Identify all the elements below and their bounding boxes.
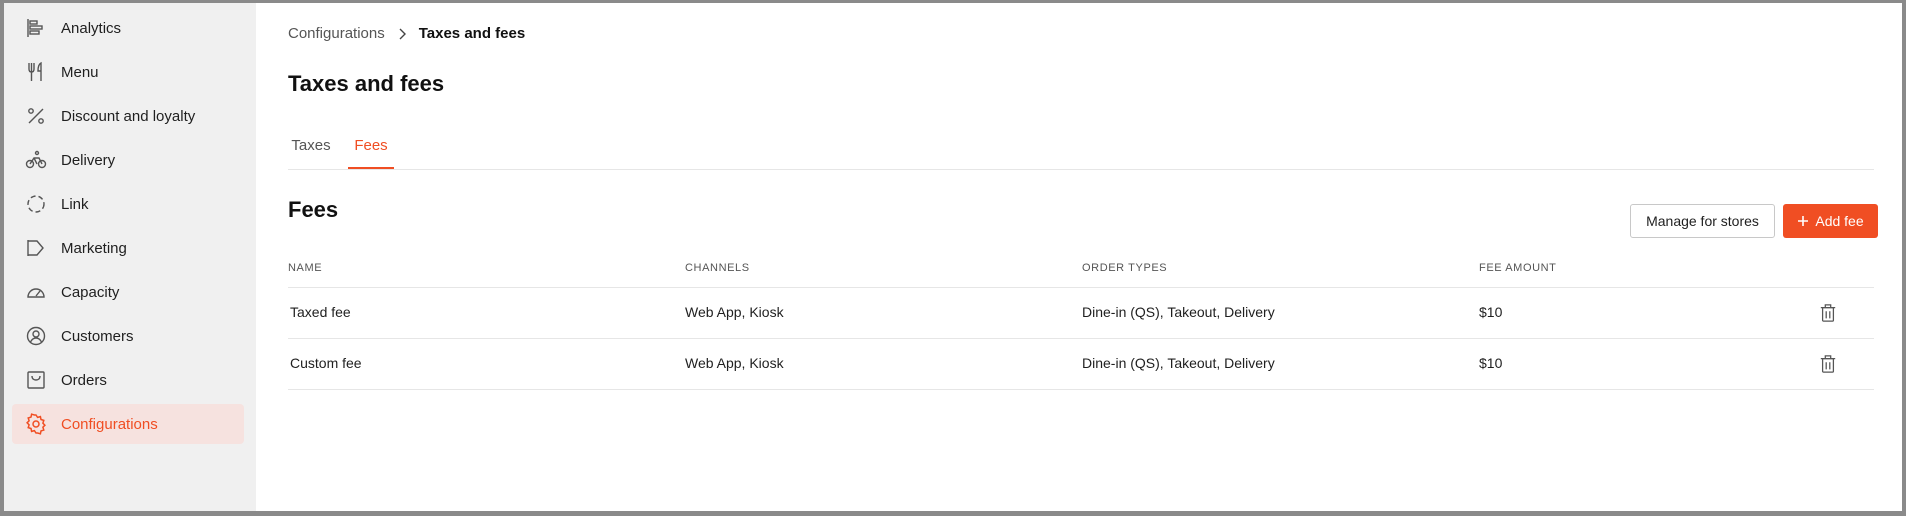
- tray-icon: [25, 369, 47, 391]
- sidebar: Analytics Menu Discount and loyalty Deli…: [4, 3, 256, 511]
- sidebar-item-label: Customers: [61, 327, 134, 345]
- table-header: NAME CHANNELS ORDER TYPES FEE AMOUNT: [288, 257, 1874, 288]
- gear-icon: [25, 413, 47, 435]
- trash-icon[interactable]: [1818, 353, 1838, 375]
- cell-name: Taxed fee: [290, 304, 351, 320]
- tab-taxes[interactable]: Taxes: [288, 125, 334, 169]
- sidebar-item-label: Capacity: [61, 283, 120, 301]
- cell-order-types: Dine-in (QS), Takeout, Delivery: [1082, 304, 1275, 320]
- sidebar-item-customers[interactable]: Customers: [12, 316, 244, 356]
- sidebar-item-label: Delivery: [61, 151, 116, 169]
- column-header-fee-amount: FEE AMOUNT: [1479, 262, 1557, 274]
- table-row[interactable]: Taxed fee Web App, Kiosk Dine-in (QS), T…: [288, 288, 1874, 339]
- add-fee-label: Add fee: [1815, 213, 1864, 229]
- cell-fee-amount: $10: [1479, 355, 1503, 371]
- sidebar-item-capacity[interactable]: Capacity: [12, 272, 244, 312]
- add-fee-button[interactable]: Add fee: [1783, 204, 1878, 238]
- sidebar-item-label: Orders: [61, 371, 107, 389]
- cell-fee-amount: $10: [1479, 304, 1503, 320]
- sidebar-item-menu[interactable]: Menu: [12, 52, 244, 92]
- sidebar-item-link[interactable]: Link: [12, 184, 244, 224]
- sidebar-item-discount[interactable]: Discount and loyalty: [12, 96, 244, 136]
- main-content: Configurations Taxes and fees Taxes and …: [256, 3, 1902, 511]
- column-header-name: NAME: [288, 262, 323, 274]
- breadcrumb-current: Taxes and fees: [418, 25, 526, 42]
- column-header-order-types: ORDER TYPES: [1082, 262, 1168, 274]
- cell-channels: Web App, Kiosk: [685, 304, 784, 320]
- chevron-right-icon: [395, 27, 409, 41]
- sidebar-item-configurations[interactable]: Configurations: [12, 404, 244, 444]
- table-row[interactable]: Custom fee Web App, Kiosk Dine-in (QS), …: [288, 339, 1874, 390]
- fees-table: NAME CHANNELS ORDER TYPES FEE AMOUNT Tax…: [288, 257, 1874, 390]
- analytics-icon: [25, 17, 47, 39]
- customers-icon: [25, 325, 47, 347]
- sidebar-item-delivery[interactable]: Delivery: [12, 140, 244, 180]
- sidebar-item-label: Link: [61, 195, 89, 213]
- column-header-channels: CHANNELS: [685, 262, 750, 274]
- app-window: Analytics Menu Discount and loyalty Deli…: [4, 3, 1902, 511]
- trash-icon[interactable]: [1818, 302, 1838, 324]
- bike-icon: [25, 149, 47, 171]
- utensils-icon: [25, 61, 47, 83]
- section-title: Fees: [288, 197, 339, 222]
- sidebar-item-marketing[interactable]: Marketing: [12, 228, 244, 268]
- manage-for-stores-button[interactable]: Manage for stores: [1630, 204, 1775, 238]
- sidebar-item-label: Analytics: [61, 19, 122, 37]
- gauge-icon: [25, 281, 47, 303]
- tab-fees[interactable]: Fees: [348, 125, 394, 169]
- sidebar-item-orders[interactable]: Orders: [12, 360, 244, 400]
- tab-bar: Taxes Fees: [288, 125, 1874, 170]
- breadcrumb-link-configurations[interactable]: Configurations: [288, 25, 385, 42]
- sidebar-item-label: Marketing: [61, 239, 127, 257]
- cell-name: Custom fee: [290, 355, 362, 371]
- cell-order-types: Dine-in (QS), Takeout, Delivery: [1082, 355, 1275, 371]
- percent-icon: [25, 105, 47, 127]
- sidebar-item-analytics[interactable]: Analytics: [12, 8, 244, 48]
- breadcrumb: Configurations Taxes and fees: [288, 25, 525, 42]
- page-title: Taxes and fees: [288, 71, 445, 96]
- cell-channels: Web App, Kiosk: [685, 355, 784, 371]
- sidebar-item-label: Menu: [61, 63, 99, 81]
- megaphone-icon: [25, 237, 47, 259]
- link-circle-icon: [25, 193, 47, 215]
- plus-icon: [1797, 215, 1809, 227]
- sidebar-item-label: Configurations: [61, 415, 158, 433]
- sidebar-item-label: Discount and loyalty: [61, 107, 196, 125]
